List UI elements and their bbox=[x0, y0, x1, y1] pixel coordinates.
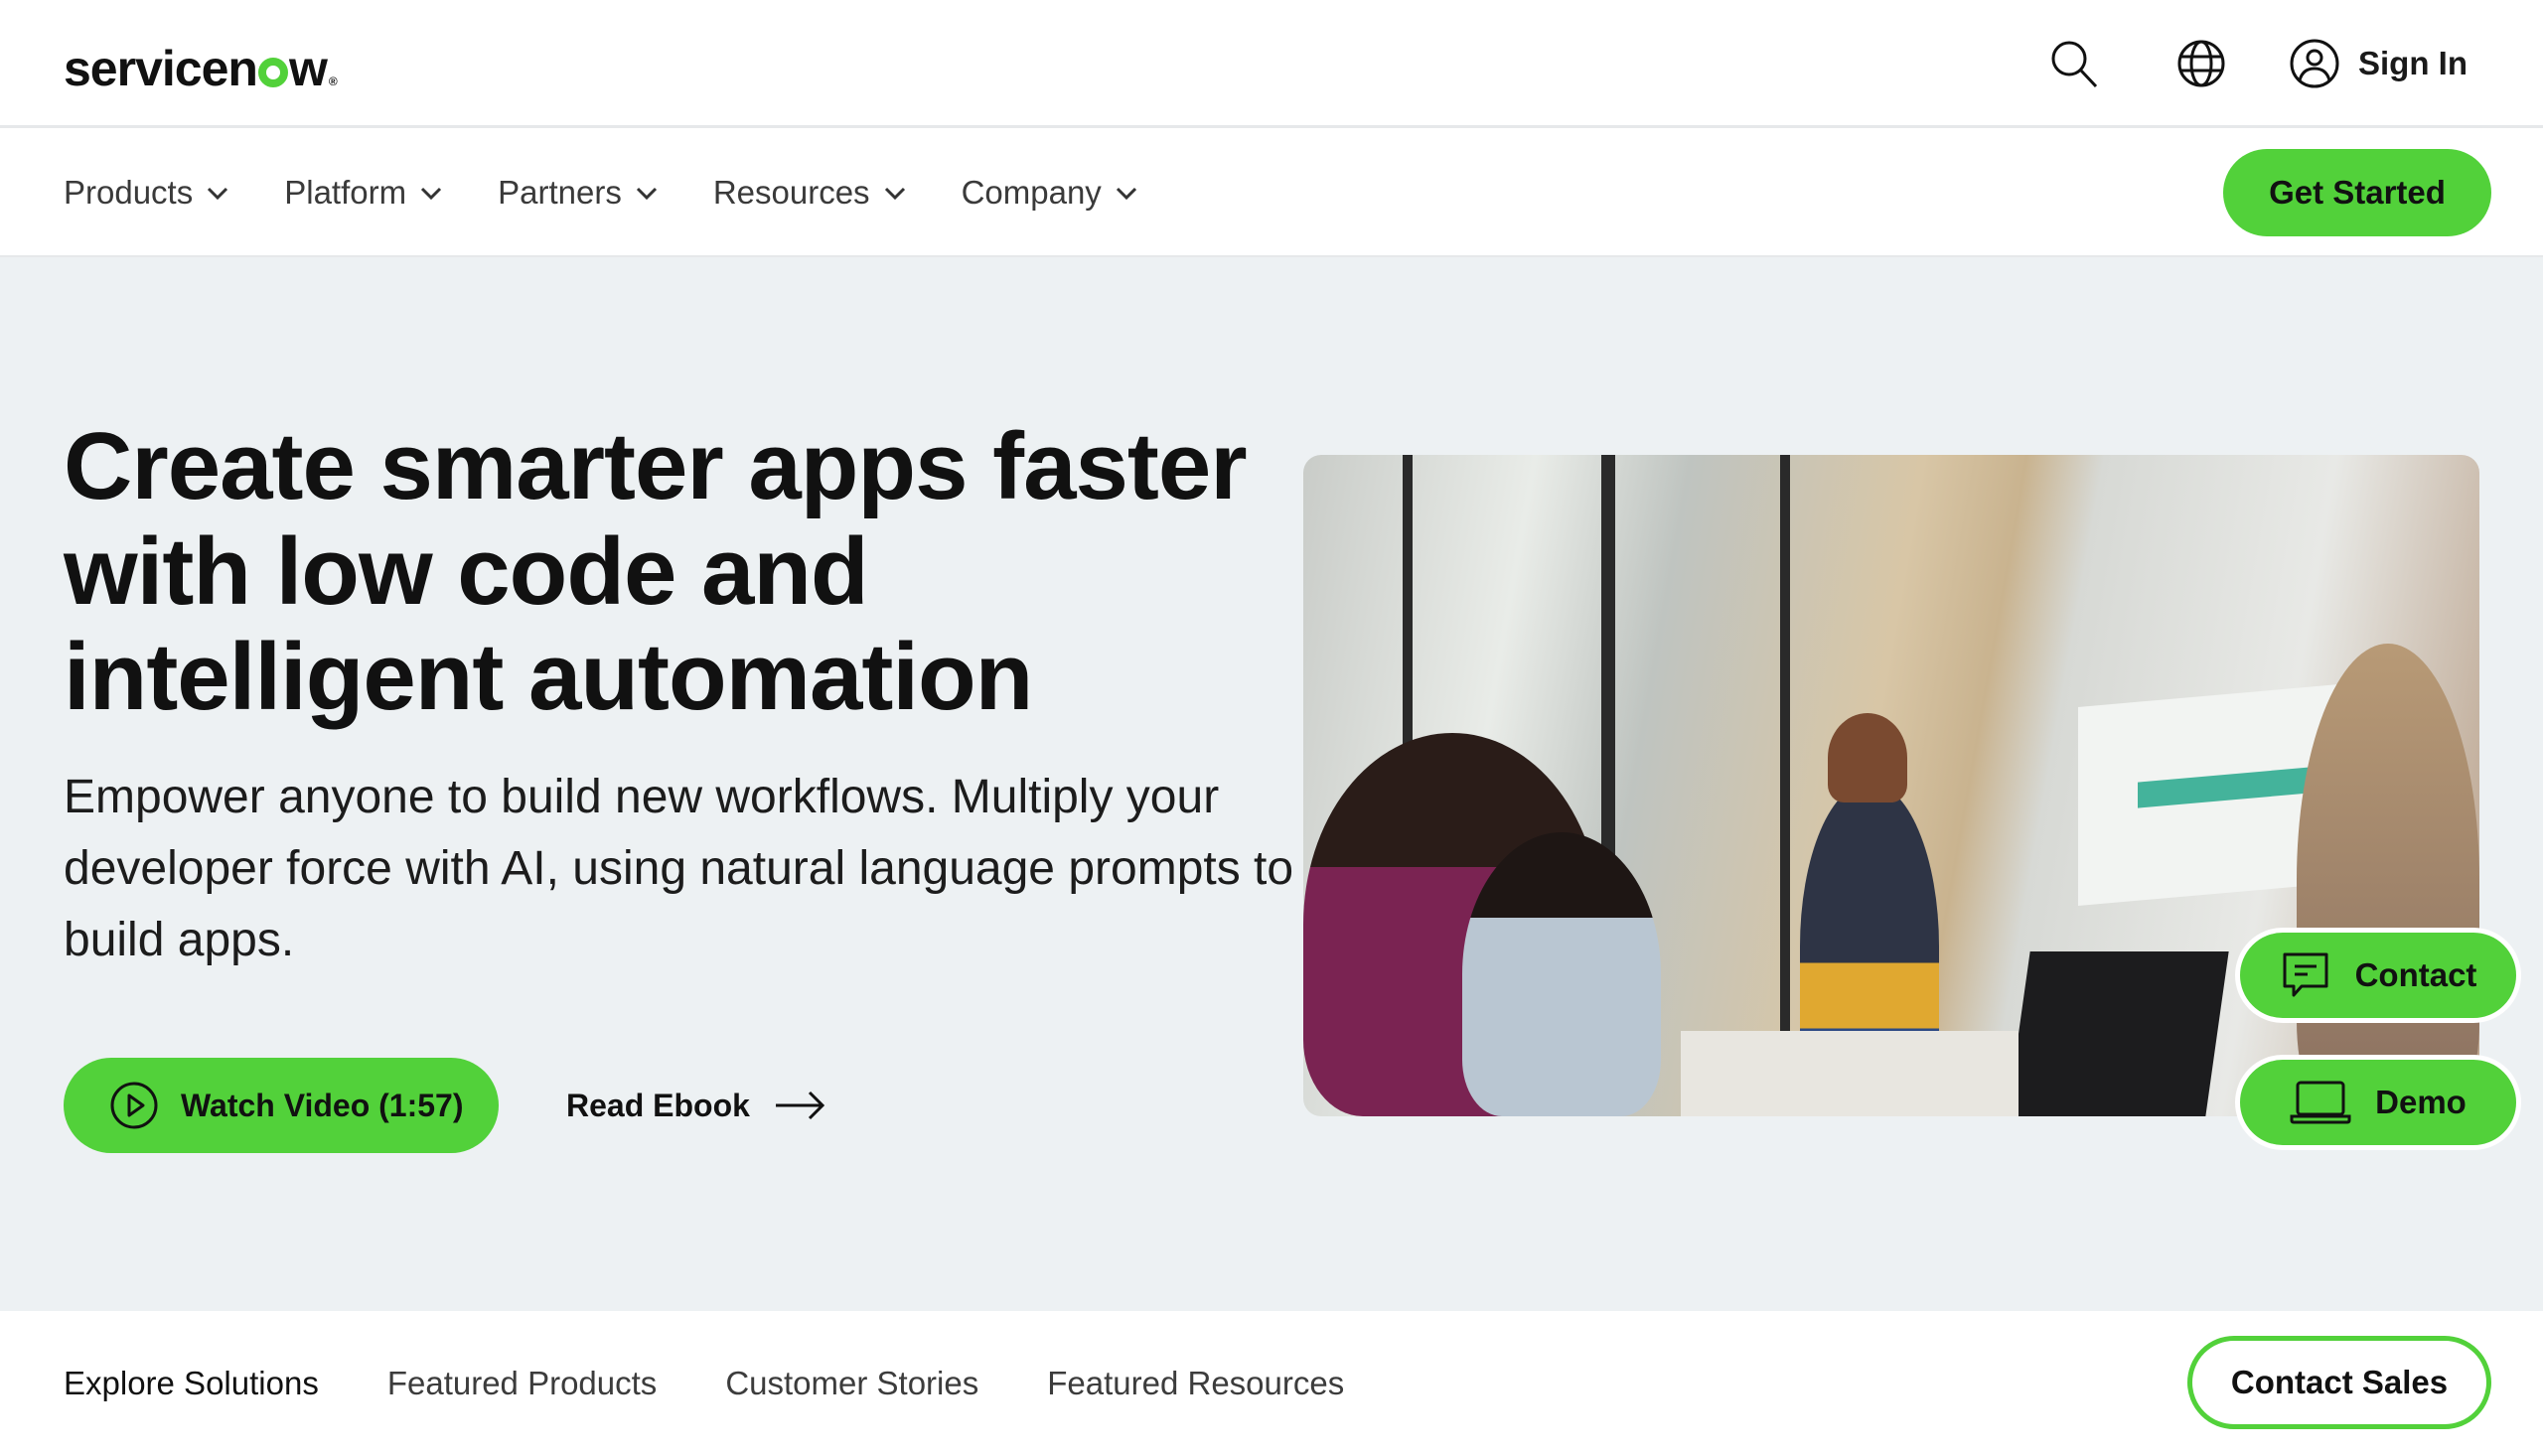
demo-label: Demo bbox=[2375, 1084, 2467, 1120]
contact-float-button[interactable]: Contact bbox=[2235, 928, 2521, 1023]
nav-item-products[interactable]: Products bbox=[64, 174, 228, 212]
get-started-button[interactable]: Get Started bbox=[2223, 149, 2491, 236]
chevron-down-icon bbox=[636, 187, 657, 201]
contact-sales-button[interactable]: Contact Sales bbox=[2187, 1336, 2491, 1429]
utility-nav: Sign In bbox=[2046, 34, 2468, 93]
subnav-item-customer-stories[interactable]: Customer Stories bbox=[725, 1365, 978, 1402]
nav-item-partners[interactable]: Partners bbox=[498, 174, 658, 212]
nav-item-label: Platform bbox=[284, 174, 407, 211]
image-presenter-head bbox=[1828, 713, 1907, 802]
subnav-item-featured-resources[interactable]: Featured Resources bbox=[1047, 1365, 1344, 1402]
servicenow-logo[interactable]: servicen w ® bbox=[64, 40, 338, 97]
subnav-item-explore-solutions[interactable]: Explore Solutions bbox=[64, 1365, 319, 1402]
nav-item-resources[interactable]: Resources bbox=[713, 174, 906, 212]
logo-text: servicen bbox=[64, 41, 258, 96]
read-ebook-label: Read Ebook bbox=[566, 1087, 750, 1123]
watch-video-label: Watch Video (1:57) bbox=[181, 1087, 464, 1123]
hero-section: Create smarter apps faster with low code… bbox=[0, 257, 2543, 1311]
arrow-right-icon bbox=[775, 1091, 825, 1120]
chevron-down-icon bbox=[884, 187, 905, 201]
image-attendee bbox=[1462, 832, 1661, 1116]
hero-title: Create smarter apps faster with low code… bbox=[64, 413, 1248, 730]
image-projector bbox=[1681, 1031, 2019, 1116]
nav-item-label: Resources bbox=[712, 174, 870, 211]
image-laptop bbox=[2007, 951, 2229, 1116]
read-ebook-link[interactable]: Read Ebook bbox=[566, 1058, 825, 1153]
sign-in-label: Sign In bbox=[2358, 45, 2468, 81]
language-button[interactable] bbox=[2173, 36, 2229, 91]
image-window-frame bbox=[1780, 455, 1790, 1116]
nav-item-company[interactable]: Company bbox=[962, 174, 1137, 212]
subnav-item-featured-products[interactable]: Featured Products bbox=[387, 1365, 657, 1402]
image-attendee bbox=[2297, 644, 2479, 1116]
sign-in-link[interactable]: Sign In bbox=[2289, 38, 2468, 89]
hero-description: Empower anyone to build new workflows. M… bbox=[64, 771, 1294, 966]
user-circle-icon bbox=[2290, 39, 2339, 88]
top-header: servicen w ® Sign In bbox=[0, 0, 2543, 128]
search-icon bbox=[2051, 41, 2098, 88]
laptop-icon bbox=[2290, 1081, 2351, 1124]
chat-bubble-icon bbox=[2283, 952, 2328, 997]
logo-text-end: w bbox=[288, 41, 328, 96]
chevron-down-icon bbox=[421, 187, 442, 201]
nav-item-label: Company bbox=[961, 174, 1102, 211]
chevron-down-icon bbox=[208, 187, 228, 201]
logo-o-icon bbox=[257, 58, 288, 87]
nav-item-label: Partners bbox=[498, 174, 622, 211]
nav-item-label: Products bbox=[64, 174, 194, 211]
demo-float-button[interactable]: Demo bbox=[2235, 1055, 2521, 1150]
chevron-down-icon bbox=[1116, 187, 1136, 201]
search-button[interactable] bbox=[2046, 36, 2102, 91]
section-nav: Explore Solutions Featured Products Cust… bbox=[0, 1311, 2543, 1430]
nav-item-platform[interactable]: Platform bbox=[284, 174, 442, 212]
main-nav: Products Platform Partners Resources Com… bbox=[0, 128, 2543, 257]
contact-label: Contact bbox=[2354, 956, 2477, 993]
registered-mark: ® bbox=[328, 74, 338, 88]
watch-video-button[interactable]: Watch Video (1:57) bbox=[64, 1058, 499, 1153]
globe-icon bbox=[2177, 40, 2225, 87]
play-circle-icon bbox=[110, 1082, 158, 1129]
